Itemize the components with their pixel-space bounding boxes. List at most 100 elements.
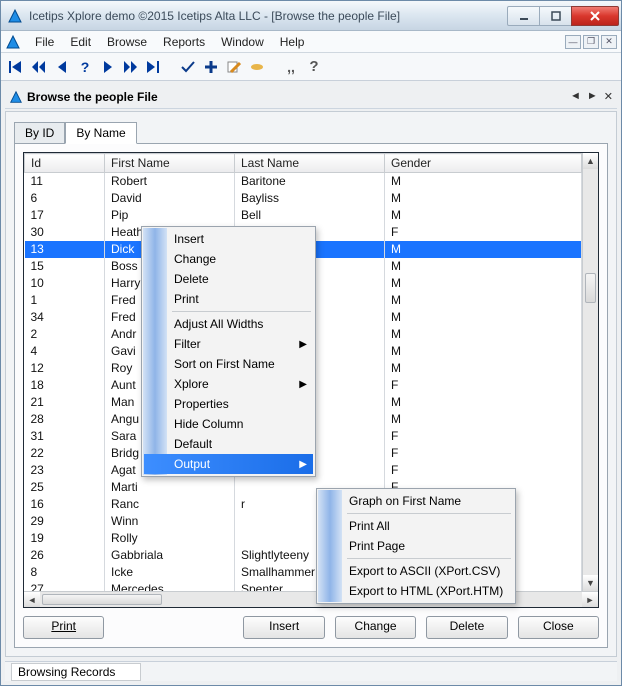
context-menu[interactable]: InsertChangeDeletePrint Adjust All Widths… bbox=[141, 226, 316, 477]
menu-item-print-page[interactable]: Print Page bbox=[319, 536, 513, 556]
fast-back-icon[interactable] bbox=[30, 58, 48, 76]
cell: 12 bbox=[25, 360, 105, 377]
tab-strip: By ID By Name bbox=[14, 122, 608, 144]
menu-item-filter[interactable]: Filter▶ bbox=[144, 334, 313, 354]
tab-by-name[interactable]: By Name bbox=[65, 122, 136, 144]
menu-item-xplore[interactable]: Xplore▶ bbox=[144, 374, 313, 394]
hscroll-thumb[interactable] bbox=[42, 594, 162, 605]
vertical-scrollbar[interactable]: ▲ ▼ bbox=[582, 153, 598, 591]
mdi-minimize-button[interactable]: — bbox=[565, 35, 581, 49]
print-button[interactable]: Print bbox=[23, 616, 104, 639]
cell: 13 bbox=[25, 241, 105, 258]
col-last-name[interactable]: Last Name bbox=[235, 154, 385, 173]
table-row[interactable]: 6DavidBaylissM bbox=[25, 190, 582, 207]
scroll-thumb[interactable] bbox=[585, 273, 596, 303]
menu-item-change[interactable]: Change bbox=[144, 249, 313, 269]
cell: Baritone bbox=[235, 173, 385, 190]
app-icon bbox=[7, 8, 23, 24]
submenu-arrow-icon: ▶ bbox=[299, 459, 307, 470]
toolbar: ? ,, ? bbox=[1, 53, 621, 81]
play-icon[interactable] bbox=[99, 58, 117, 76]
delete-button[interactable]: Delete bbox=[426, 616, 507, 639]
table-row[interactable]: 11RobertBaritoneM bbox=[25, 173, 582, 190]
cell: M bbox=[385, 275, 582, 292]
menu-item-sort-on-first-name[interactable]: Sort on First Name bbox=[144, 354, 313, 374]
cell: Gabbriala bbox=[105, 547, 235, 564]
cell: M bbox=[385, 411, 582, 428]
doc-prev-icon[interactable]: ◄ bbox=[570, 90, 581, 103]
last-icon[interactable] bbox=[145, 58, 163, 76]
titlebar: Icetips Xplore demo ©2015 Icetips Alta L… bbox=[1, 1, 621, 31]
menu-edit[interactable]: Edit bbox=[62, 33, 99, 51]
cell: F bbox=[385, 428, 582, 445]
menu-item-export-to-html-xport-htm-[interactable]: Export to HTML (XPort.HTM) bbox=[319, 581, 513, 601]
menu-reports[interactable]: Reports bbox=[155, 33, 213, 51]
menu-file[interactable]: File bbox=[27, 33, 62, 51]
menu-item-graph-on-first-name[interactable]: Graph on First Name bbox=[319, 491, 513, 511]
mdi-close-button[interactable]: ✕ bbox=[601, 35, 617, 49]
menu-help[interactable]: Help bbox=[272, 33, 313, 51]
close-window-button[interactable]: Close bbox=[518, 616, 599, 639]
menu-item-print-all[interactable]: Print All bbox=[319, 516, 513, 536]
scroll-left-icon[interactable]: ◄ bbox=[24, 592, 40, 607]
col-gender[interactable]: Gender bbox=[385, 154, 582, 173]
cell: M bbox=[385, 207, 582, 224]
menu-item-adjust-all-widths[interactable]: Adjust All Widths bbox=[144, 314, 313, 334]
cell: M bbox=[385, 292, 582, 309]
cell: 17 bbox=[25, 207, 105, 224]
cell: 2 bbox=[25, 326, 105, 343]
menu-window[interactable]: Window bbox=[213, 33, 272, 51]
table-row[interactable]: 17PipBellM bbox=[25, 207, 582, 224]
add-icon[interactable] bbox=[202, 58, 220, 76]
menu-item-delete[interactable]: Delete bbox=[144, 269, 313, 289]
insert-button[interactable]: Insert bbox=[243, 616, 324, 639]
cell: Mercedes bbox=[105, 581, 235, 592]
menu-item-default[interactable]: Default bbox=[144, 434, 313, 454]
menu-browse[interactable]: Browse bbox=[99, 33, 155, 51]
doc-next-icon[interactable]: ► bbox=[587, 90, 598, 103]
output-submenu[interactable]: Graph on First Name Print AllPrint Page Ex… bbox=[316, 488, 516, 604]
tab-by-id[interactable]: By ID bbox=[14, 122, 65, 144]
doc-close-icon[interactable]: ✕ bbox=[604, 90, 613, 103]
help-icon[interactable]: ? bbox=[305, 58, 323, 76]
back-icon[interactable] bbox=[53, 58, 71, 76]
menu-item-hide-column[interactable]: Hide Column bbox=[144, 414, 313, 434]
app-window: Icetips Xplore demo ©2015 Icetips Alta L… bbox=[0, 0, 622, 686]
submenu-arrow-icon: ▶ bbox=[299, 379, 307, 390]
query-icon[interactable]: ? bbox=[76, 58, 94, 76]
scroll-right-icon[interactable]: ► bbox=[582, 592, 598, 607]
statusbar: Browsing Records bbox=[5, 661, 617, 681]
col-first-name[interactable]: First Name bbox=[105, 154, 235, 173]
window-title: Icetips Xplore demo ©2015 Icetips Alta L… bbox=[29, 9, 508, 23]
quote-icon[interactable]: ,, bbox=[282, 58, 300, 76]
cell: Pip bbox=[105, 207, 235, 224]
fast-fwd-icon[interactable] bbox=[122, 58, 140, 76]
check-icon[interactable] bbox=[179, 58, 197, 76]
cell: Marti bbox=[105, 479, 235, 496]
menu-item-print[interactable]: Print bbox=[144, 289, 313, 309]
cell: David bbox=[105, 190, 235, 207]
doc-tab: Browse the people File ◄ ► ✕ bbox=[5, 85, 617, 109]
maximize-button[interactable] bbox=[539, 6, 572, 26]
delete-icon[interactable] bbox=[248, 58, 266, 76]
scroll-down-icon[interactable]: ▼ bbox=[583, 575, 598, 591]
menu-item-export-to-ascii-xport-csv-[interactable]: Export to ASCII (XPort.CSV) bbox=[319, 561, 513, 581]
cell: 22 bbox=[25, 445, 105, 462]
mdi-restore-button[interactable]: ❐ bbox=[583, 35, 599, 49]
edit-icon[interactable] bbox=[225, 58, 243, 76]
col-id[interactable]: Id bbox=[25, 154, 105, 173]
cell: M bbox=[385, 190, 582, 207]
minimize-button[interactable] bbox=[507, 6, 540, 26]
menu-item-insert[interactable]: Insert bbox=[144, 229, 313, 249]
cell: 28 bbox=[25, 411, 105, 428]
first-icon[interactable] bbox=[7, 58, 25, 76]
change-button[interactable]: Change bbox=[335, 616, 416, 639]
close-button[interactable] bbox=[571, 6, 619, 26]
cell: 25 bbox=[25, 479, 105, 496]
cell: F bbox=[385, 377, 582, 394]
menu-item-output[interactable]: Output▶ bbox=[144, 454, 313, 474]
scroll-up-icon[interactable]: ▲ bbox=[583, 153, 598, 169]
menu-item-properties[interactable]: Properties bbox=[144, 394, 313, 414]
cell: M bbox=[385, 258, 582, 275]
cell: M bbox=[385, 343, 582, 360]
